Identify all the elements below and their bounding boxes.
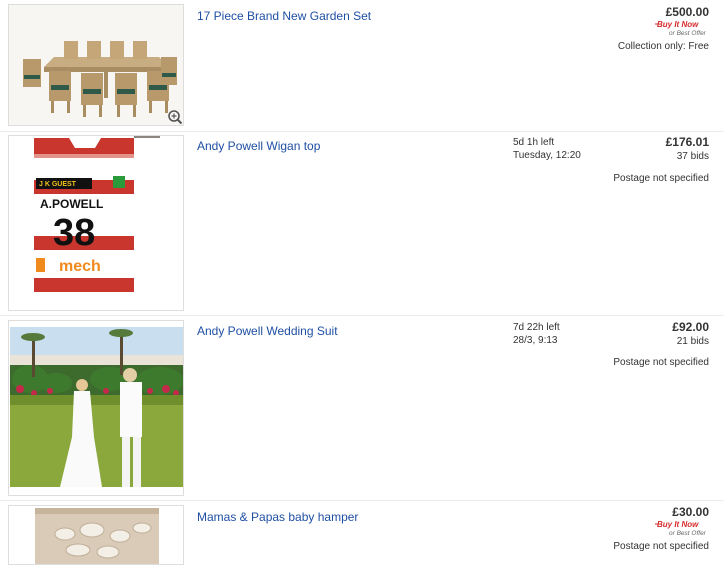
time-left: 5d 1h left [513,137,555,148]
listing-price: £500.00 [665,5,709,19]
buy-it-now-or-best-offer-icon: Buy It Now or Best Offer [655,20,707,37]
shipping-info: Collection only: Free [617,41,709,52]
svg-text:or Best Offer: or Best Offer [669,30,707,37]
bid-count: 21 bids [676,336,709,347]
divider [0,131,724,132]
listing-thumbnail[interactable]: J K GUEST A.POWELL 38 mech [8,135,184,311]
svg-text:A.POWELL: A.POWELL [40,197,103,211]
baby-hamper-photo-icon [10,506,183,564]
end-time: Tuesday, 12:20 [513,150,581,161]
listing-title-link[interactable]: Mamas & Papas baby hamper [197,510,358,524]
bid-count: 37 bids [676,151,709,162]
time-left: 7d 22h left [513,322,560,333]
listing-thumbnail[interactable] [8,320,184,496]
end-time: 28/3, 9:13 [513,335,558,346]
rugby-shirt-photo-icon: J K GUEST A.POWELL 38 mech [9,136,183,310]
listing-title-link[interactable]: 17 Piece Brand New Garden Set [197,9,371,23]
listing-item: 17 Piece Brand New Garden Set £500.00 Bu… [0,0,724,131]
svg-text:Buy It Now: Buy It Now [657,520,699,529]
listing-price: £92.00 [672,320,709,334]
zoom-icon[interactable] [167,109,183,125]
listing-title-link[interactable]: Andy Powell Wedding Suit [197,324,338,338]
svg-text:Buy It Now: Buy It Now [657,20,699,29]
listing-price: £176.01 [665,135,709,149]
buy-it-now-or-best-offer-icon: Buy It Now or Best Offer [655,520,707,537]
svg-text:or Best Offer: or Best Offer [669,530,707,537]
svg-text:J K GUEST: J K GUEST [39,181,77,188]
listing-title-link[interactable]: Andy Powell Wigan top [197,139,320,153]
wedding-photo-icon [10,327,183,487]
garden-furniture-photo-icon [9,5,183,125]
divider [0,315,724,316]
svg-text:38: 38 [53,212,95,254]
divider [0,500,724,501]
svg-text:mech: mech [59,258,101,275]
shipping-info: Postage not specified [613,173,709,184]
shipping-info: Postage not specified [613,541,709,552]
listing-price: £30.00 [672,505,709,519]
listing-thumbnail[interactable] [8,4,184,126]
listing-thumbnail[interactable] [8,505,184,565]
shipping-info: Postage not specified [613,357,709,368]
